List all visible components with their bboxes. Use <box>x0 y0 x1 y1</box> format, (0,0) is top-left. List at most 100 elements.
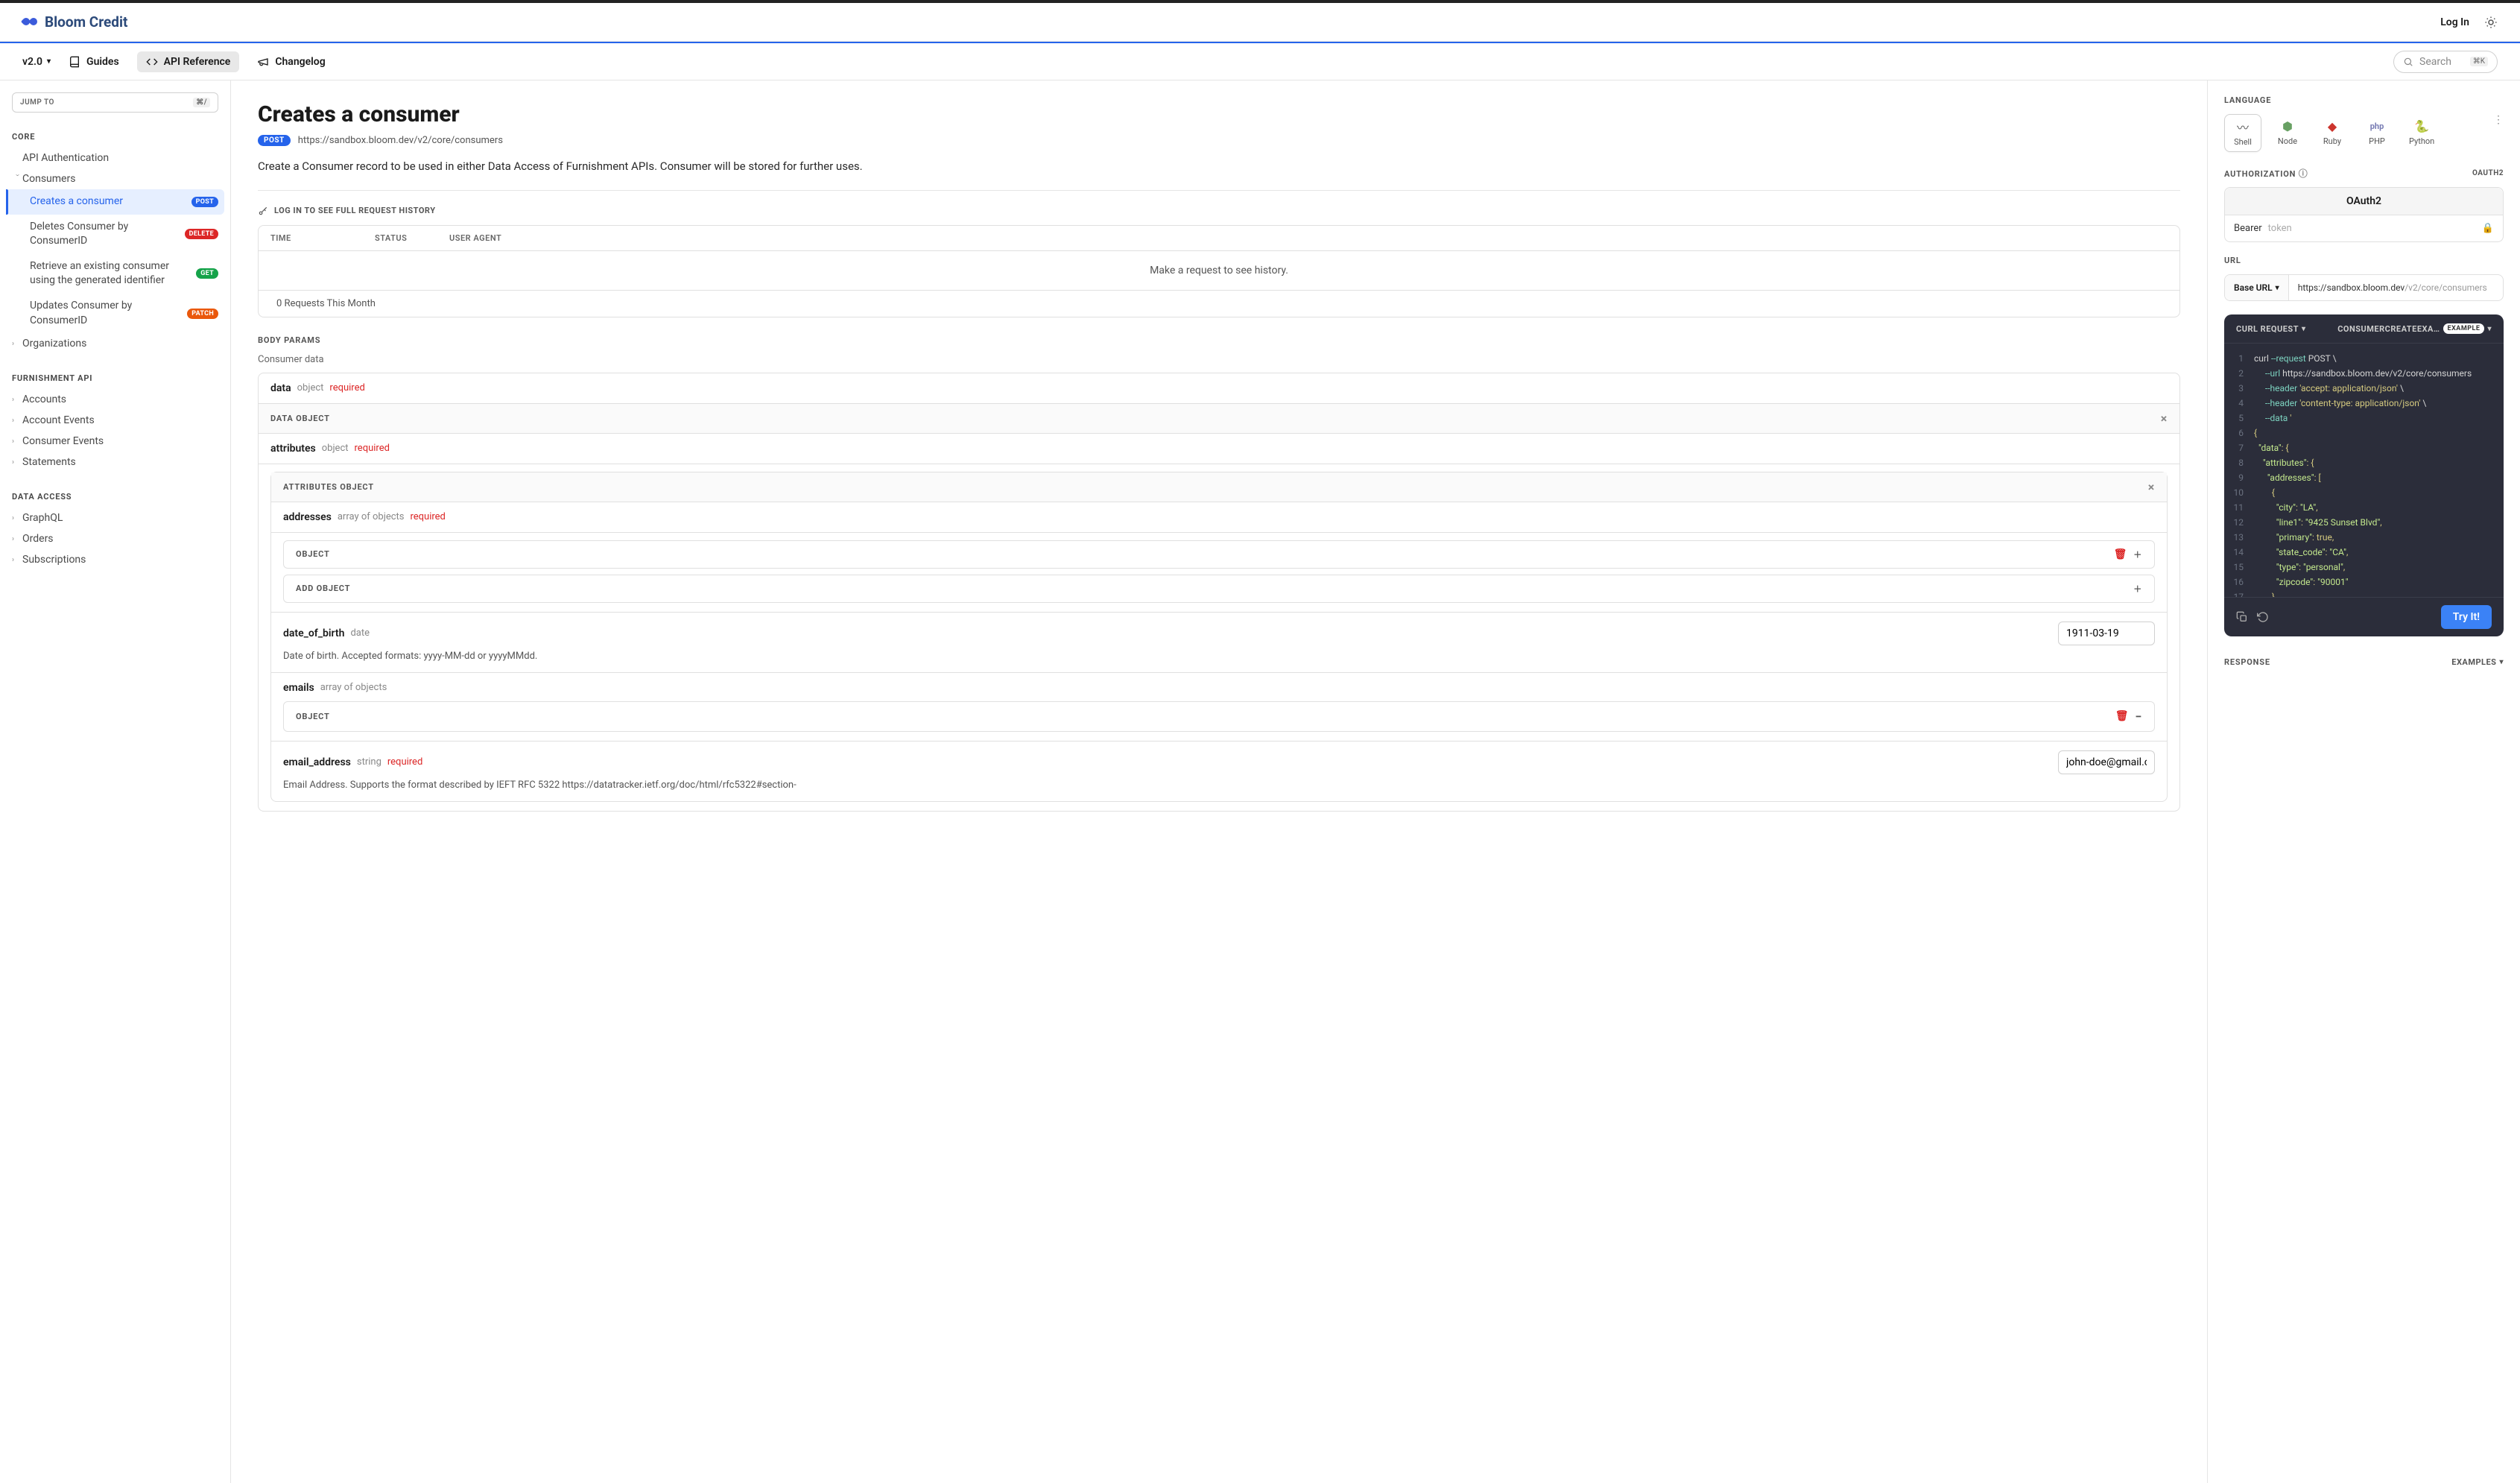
sidebar-heading-furnishment: FURNISHMENT API <box>12 367 218 389</box>
body-params-heading: BODY PARAMS <box>258 335 2180 345</box>
history-footer: 0 Requests This Month <box>259 290 2179 317</box>
base-url-selector[interactable]: Base URL ▾ <box>2225 275 2289 300</box>
right-panel: LANGUAGE 〰Shell ⬢Node ◆Ruby phpPHP 🐍Pyth… <box>2207 80 2520 1483</box>
theme-toggle-icon[interactable] <box>2484 16 2498 29</box>
header: Bloom Credit Log In <box>0 3 2520 42</box>
code-body[interactable]: 1curl --request POST \2 --url https://sa… <box>2224 344 2504 597</box>
bloom-logo-icon <box>22 16 39 28</box>
history-col-status: STATUS <box>375 233 449 243</box>
nav-guides[interactable]: Guides <box>69 56 119 68</box>
trash-icon[interactable]: 🗑 <box>2114 548 2128 560</box>
key-icon <box>258 206 268 216</box>
chevron-right-icon: › <box>12 514 22 522</box>
sidebar-item-deletes-consumer[interactable]: Deletes Consumer by ConsumerID DELETE <box>12 215 218 254</box>
nav-changelog[interactable]: Changelog <box>257 56 325 68</box>
addresses-object-item[interactable]: OBJECT 🗑 ＋ <box>283 540 2155 569</box>
sidebar-item-subscriptions[interactable]: ›Subscriptions <box>12 549 218 570</box>
shell-icon: 〰 <box>2235 119 2250 134</box>
minus-icon[interactable]: − <box>2135 709 2142 724</box>
sidebar-item-accounts[interactable]: ›Accounts <box>12 389 218 410</box>
search-input[interactable]: Search ⌘K <box>2393 51 2498 73</box>
lang-ruby[interactable]: ◆Ruby <box>2314 114 2351 151</box>
sidebar: JUMP TO ⌘/ CORE API Authentication ›Cons… <box>0 80 231 1483</box>
chevron-right-icon: › <box>12 535 22 543</box>
auth-type: OAUTH2 <box>2472 169 2504 177</box>
sidebar-item-account-events[interactable]: ›Account Events <box>12 410 218 431</box>
dob-description: Date of birth. Accepted formats: yyyy-MM… <box>283 650 2155 663</box>
close-icon[interactable]: × <box>2148 480 2155 494</box>
bearer-token-input[interactable]: Bearer token 🔒 <box>2225 215 2503 241</box>
nav-api-reference[interactable]: API Reference <box>137 51 240 72</box>
add-object-button[interactable]: ADD OBJECT ＋ <box>283 575 2155 603</box>
emails-object-item[interactable]: OBJECT 🗑 − <box>283 701 2155 732</box>
plus-icon[interactable]: ＋ <box>2133 548 2142 560</box>
dob-input[interactable] <box>2058 622 2155 645</box>
chevron-down-icon: ▾ <box>47 57 51 66</box>
endpoint-description: Create a Consumer record to be used in e… <box>258 158 2180 191</box>
lang-node[interactable]: ⬢Node <box>2269 114 2306 151</box>
example-selector[interactable]: CONSUMERCREATEEXA… EXAMPLE ▾ <box>2337 323 2492 334</box>
url-heading: URL <box>2224 256 2504 265</box>
sidebar-item-creates-consumer[interactable]: Creates a consumer POST <box>6 189 224 215</box>
param-addresses-name: addresses <box>283 511 332 523</box>
curl-request-tab[interactable]: CURL REQUEST ▾ <box>2236 324 2306 334</box>
megaphone-icon <box>257 56 269 68</box>
sub-nav: v2.0 ▾ Guides API Reference Changelog Se… <box>0 43 2520 80</box>
history-heading: LOG IN TO SEE FULL REQUEST HISTORY <box>258 206 2180 216</box>
url-box: Base URL ▾ https://sandbox.bloom.dev/v2/… <box>2224 274 2504 301</box>
chevron-down-icon: ▾ <box>2276 284 2279 292</box>
brand-name: Bloom Credit <box>45 13 127 31</box>
code-sample: CURL REQUEST ▾ CONSUMERCREATEEXA… EXAMPL… <box>2224 314 2504 636</box>
chevron-down-icon: ▾ <box>2487 325 2492 333</box>
sidebar-item-organizations[interactable]: ›Organizations <box>12 333 218 354</box>
chevron-right-icon: › <box>12 396 22 404</box>
examples-selector[interactable]: EXAMPLES ▾ <box>2451 657 2504 667</box>
method-badge: POST <box>258 135 291 146</box>
param-attributes-name: attributes <box>270 443 316 455</box>
chevron-right-icon: › <box>12 437 22 446</box>
more-languages-icon[interactable]: ⋮ <box>2493 114 2504 126</box>
chevron-right-icon: › <box>12 340 22 348</box>
email-description: Email Address. Supports the format descr… <box>283 779 2155 792</box>
history-col-useragent: USER AGENT <box>449 233 501 243</box>
sidebar-item-consumer-events[interactable]: ›Consumer Events <box>12 431 218 452</box>
sidebar-item-graphql[interactable]: ›GraphQL <box>12 507 218 528</box>
info-icon[interactable]: ⓘ <box>2299 168 2308 179</box>
sidebar-item-consumers[interactable]: ›Consumers <box>12 168 218 189</box>
version-selector[interactable]: v2.0 ▾ <box>22 56 51 68</box>
sidebar-item-api-auth[interactable]: API Authentication <box>12 148 218 168</box>
brand-logo[interactable]: Bloom Credit <box>22 13 127 31</box>
chevron-right-icon: › <box>12 458 22 467</box>
history-empty: Make a request to see history. <box>259 251 2179 290</box>
reset-icon[interactable] <box>2257 611 2269 623</box>
sidebar-item-statements[interactable]: ›Statements <box>12 452 218 472</box>
lang-python[interactable]: 🐍Python <box>2403 114 2440 151</box>
sidebar-item-updates-consumer[interactable]: Updates Consumer by ConsumerID PATCH <box>12 294 218 333</box>
login-link[interactable]: Log In <box>2440 16 2469 28</box>
response-section: RESPONSE EXAMPLES ▾ <box>2224 650 2504 674</box>
try-it-button[interactable]: Try It! <box>2441 605 2492 629</box>
param-data-name: data <box>270 382 291 394</box>
jump-to-box[interactable]: JUMP TO ⌘/ <box>12 92 218 113</box>
email-input[interactable] <box>2058 750 2155 774</box>
sidebar-heading-data-access: DATA ACCESS <box>12 486 218 507</box>
lang-php[interactable]: phpPHP <box>2358 114 2396 151</box>
close-icon[interactable]: × <box>2161 411 2168 426</box>
chevron-right-icon: › <box>12 556 22 564</box>
method-badge: PATCH <box>187 309 218 319</box>
data-object-header: DATA OBJECT × <box>259 404 2179 434</box>
trash-icon[interactable]: 🗑 <box>2115 710 2130 722</box>
sidebar-item-orders[interactable]: ›Orders <box>12 528 218 549</box>
method-badge: GET <box>196 268 218 279</box>
code-icon <box>146 56 158 68</box>
plus-icon: ＋ <box>2133 583 2142 595</box>
sidebar-item-retrieve-consumer[interactable]: Retrieve an existing consumer using the … <box>12 254 218 294</box>
book-icon <box>69 56 80 68</box>
page-title: Creates a consumer <box>258 101 2180 127</box>
method-badge: DELETE <box>185 229 218 239</box>
lang-shell[interactable]: 〰Shell <box>2224 114 2261 152</box>
search-icon <box>2403 57 2413 67</box>
attributes-object-header: ATTRIBUTES OBJECT × <box>271 472 2167 502</box>
copy-icon[interactable] <box>2236 611 2248 623</box>
param-email-address-name: email_address <box>283 756 351 768</box>
